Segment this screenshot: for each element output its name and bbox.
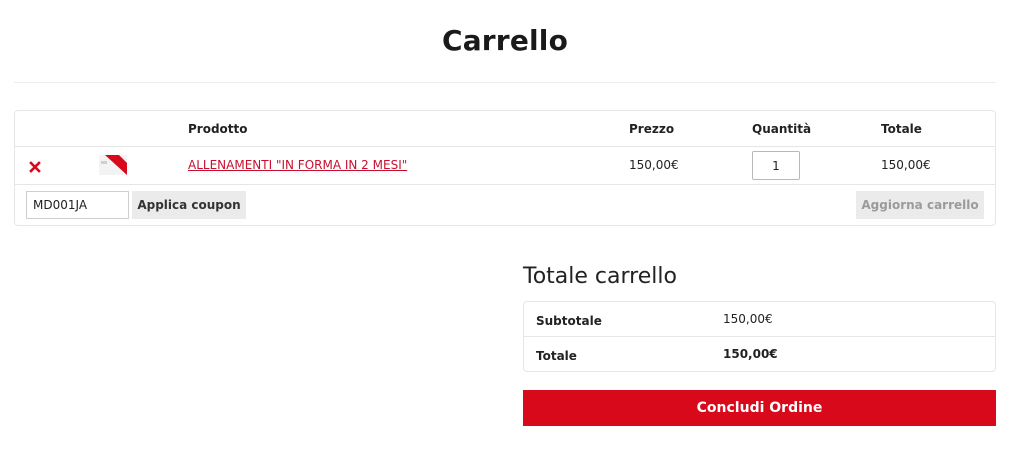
cart-table-header: Prodotto Prezzo Quantità Totale xyxy=(15,111,995,147)
header-total: Totale xyxy=(881,122,922,136)
cart-item-row: ALLENAMENTI "IN FORMA IN 2 MESI" 150,00€… xyxy=(15,147,995,185)
item-price: 150,00€ xyxy=(629,158,679,172)
header-price: Prezzo xyxy=(629,122,675,136)
header-product: Prodotto xyxy=(188,122,248,136)
update-cart-button[interactable]: Aggiorna carrello xyxy=(856,191,984,219)
cart-actions-row: Applica coupon Aggiorna carrello xyxy=(15,185,995,226)
cart-totals-table: Subtotale 150,00€ Totale 150,00€ xyxy=(523,301,996,372)
cart-totals-title: Totale carrello xyxy=(523,264,677,289)
total-row: Totale 150,00€ xyxy=(524,337,995,372)
product-name-link[interactable]: ALLENAMENTI "IN FORMA IN 2 MESI" xyxy=(188,158,407,172)
subtotal-value: 150,00€ xyxy=(723,312,773,326)
coupon-input[interactable] xyxy=(26,191,129,219)
subtotal-label: Subtotale xyxy=(536,314,602,328)
title-divider xyxy=(14,82,996,83)
apply-coupon-button[interactable]: Applica coupon xyxy=(132,191,246,219)
total-value: 150,00€ xyxy=(723,347,778,361)
quantity-input[interactable] xyxy=(752,151,800,180)
item-total: 150,00€ xyxy=(881,158,931,172)
header-quantity: Quantità xyxy=(752,122,812,136)
checkout-button[interactable]: Concludi Ordine xyxy=(523,390,996,426)
product-thumbnail[interactable] xyxy=(99,155,127,175)
subtotal-row: Subtotale 150,00€ xyxy=(524,302,995,337)
page-title: Carrello xyxy=(441,24,569,57)
total-label: Totale xyxy=(536,349,577,363)
cart-table: Prodotto Prezzo Quantità Totale ALLENAME… xyxy=(14,110,996,226)
close-icon[interactable] xyxy=(28,159,42,173)
